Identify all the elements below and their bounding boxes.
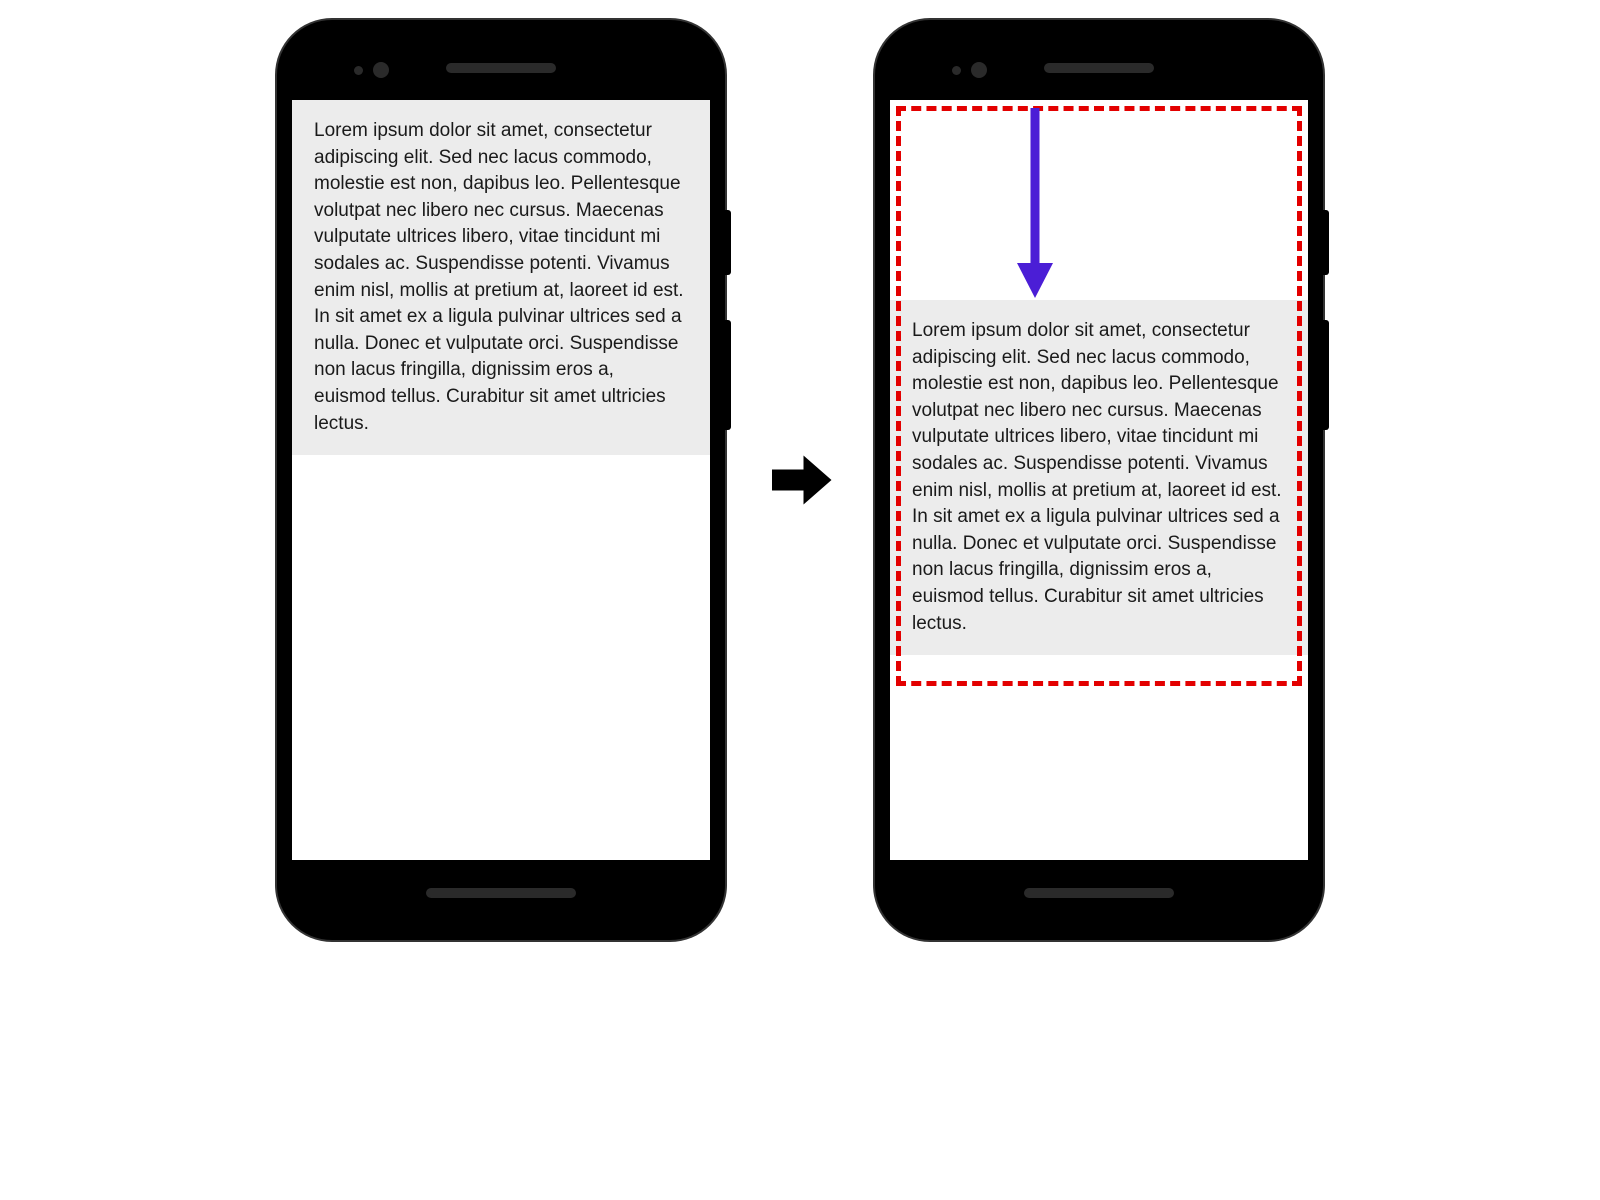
phone-speaker-icon (446, 63, 556, 73)
phone-bottom-speaker-icon (1024, 888, 1174, 898)
phone-sensor-icon (354, 62, 389, 78)
diagram-container: Lorem ipsum dolor sit amet, consectetur … (277, 20, 1323, 940)
phone-top-bar (890, 35, 1308, 100)
phone-inner: Lorem ipsum dolor sit amet, consectetur … (890, 35, 1308, 925)
phone-side-button-icon (1323, 320, 1329, 430)
phone-screen-right: Lorem ipsum dolor sit amet, consectetur … (890, 100, 1308, 860)
phone-side-button-icon (1323, 210, 1329, 275)
phone-side-button-icon (725, 210, 731, 275)
phone-side-button-icon (725, 320, 731, 430)
phone-bottom-speaker-icon (426, 888, 576, 898)
phone-screen-left: Lorem ipsum dolor sit amet, consectetur … (292, 100, 710, 860)
phone-top-bar (292, 35, 710, 100)
transition-arrow-icon (765, 20, 835, 940)
phone-bottom-bar (890, 860, 1308, 925)
phone-sensor-icon (952, 62, 987, 78)
content-text-block: Lorem ipsum dolor sit amet, consectetur … (890, 300, 1308, 655)
phone-bottom-bar (292, 860, 710, 925)
phone-left: Lorem ipsum dolor sit amet, consectetur … (277, 20, 725, 940)
phone-right: Lorem ipsum dolor sit amet, consectetur … (875, 20, 1323, 940)
scroll-down-arrow-icon (1005, 103, 1065, 303)
content-text-block: Lorem ipsum dolor sit amet, consectetur … (292, 100, 710, 455)
phone-speaker-icon (1044, 63, 1154, 73)
phone-inner: Lorem ipsum dolor sit amet, consectetur … (292, 35, 710, 925)
